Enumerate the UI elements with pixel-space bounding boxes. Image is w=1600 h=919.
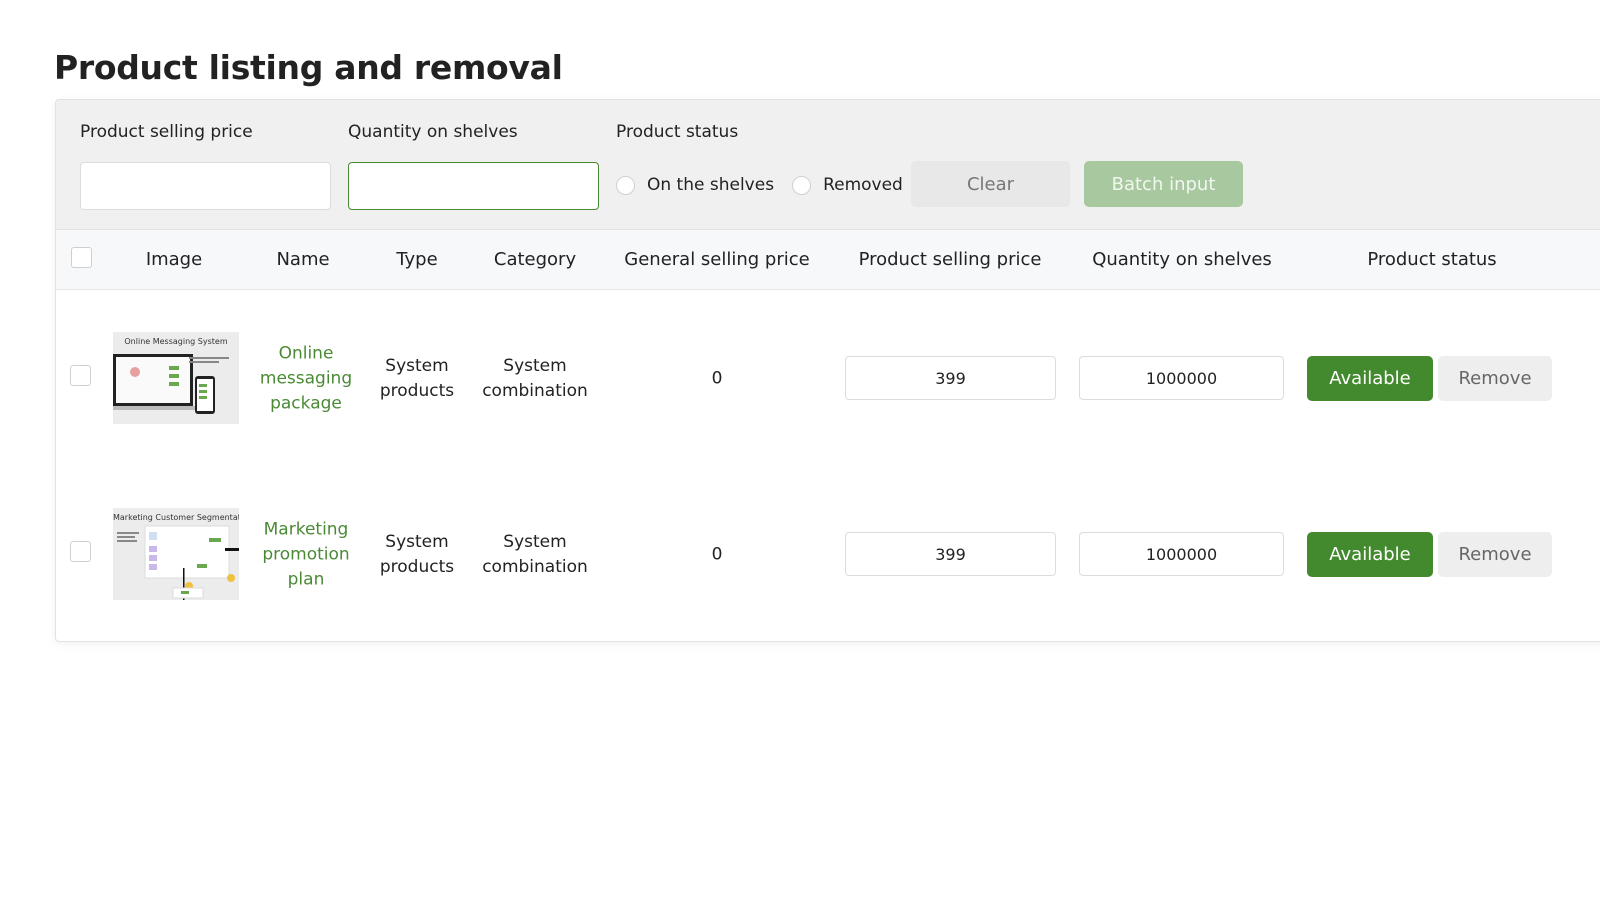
product-panel: Product selling price Quantity on shelve… [55,99,1600,642]
row-checkbox[interactable] [70,365,91,386]
selling-price-input[interactable] [845,356,1056,400]
messaging-mockup-icon [113,354,229,414]
remove-button[interactable]: Remove [1438,356,1552,401]
radio-on-the-shelves[interactable]: On the shelves [616,175,774,195]
radio-removed[interactable]: Removed [792,175,903,195]
remove-button[interactable]: Remove [1438,532,1552,577]
column-header-image: Image [145,249,203,270]
radio-circle-icon[interactable] [792,175,812,195]
name-line[interactable]: Online [260,342,352,367]
quantity-filter-label: Quantity on shelves [348,122,518,142]
type-line: products [379,381,455,401]
column-header-category: Category [493,249,577,270]
category-line: System [503,532,567,552]
category-line: combination [482,381,588,401]
category-line: System [503,356,567,376]
product-image: Online Messaging System [113,332,239,424]
available-button[interactable]: Available [1307,356,1433,401]
selling-price-input[interactable] [845,532,1056,576]
select-all-checkbox[interactable] [71,247,92,268]
status-filter-label: Product status [616,122,739,142]
name-line[interactable]: plan [262,568,349,593]
column-header-type: Type [396,249,438,270]
radio-label: Removed [823,175,903,195]
quantity-input[interactable] [1079,532,1284,576]
product-name-link[interactable]: Marketing promotion plan [262,518,349,593]
product-category: System combination [482,530,588,580]
available-button[interactable]: Available [1307,532,1433,577]
clear-button[interactable]: Clear [911,161,1070,207]
product-type: System products [380,530,454,580]
name-line[interactable]: Marketing [262,518,349,543]
product-image: Marketing Customer Segmentation [113,508,239,600]
name-line[interactable]: package [260,392,352,417]
type-line: System [385,356,449,376]
general-selling-price: 0 [711,368,723,389]
column-header-quantity: Quantity on shelves [1092,249,1272,270]
name-line[interactable]: messaging [260,367,352,392]
row-checkbox[interactable] [70,541,91,562]
column-header-selling-price: Product selling price [858,249,1042,270]
table-row: Online Messaging System Online messaging… [56,291,1600,467]
table-header: Image Name Type Category General selling… [56,230,1600,290]
column-header-name: Name [276,249,330,270]
column-header-status: Product status [1367,249,1497,270]
product-type: System products [380,354,454,404]
quantity-filter-input[interactable] [348,162,599,210]
filter-bar: Product selling price Quantity on shelve… [56,100,1600,230]
column-header-general-price: General selling price [624,249,810,270]
radio-circle-icon[interactable] [616,175,635,195]
radio-label: On the shelves [647,175,775,195]
name-line[interactable]: promotion [262,543,349,568]
table-row: Marketing Customer Segmentation [56,467,1600,641]
price-filter-label: Product selling price [80,122,253,142]
batch-input-button[interactable]: Batch input [1084,161,1243,207]
segmentation-mockup-icon [117,525,239,600]
page-title: Product listing and removal [54,48,563,87]
type-line: products [379,557,455,577]
price-filter-input[interactable] [80,162,331,210]
product-name-link[interactable]: Online messaging package [260,342,352,417]
product-category: System combination [482,354,588,404]
status-radio-group: On the shelves Removed [616,175,921,195]
type-line: System [385,532,449,552]
general-selling-price: 0 [711,544,723,565]
category-line: combination [482,557,588,577]
quantity-input[interactable] [1079,356,1284,400]
